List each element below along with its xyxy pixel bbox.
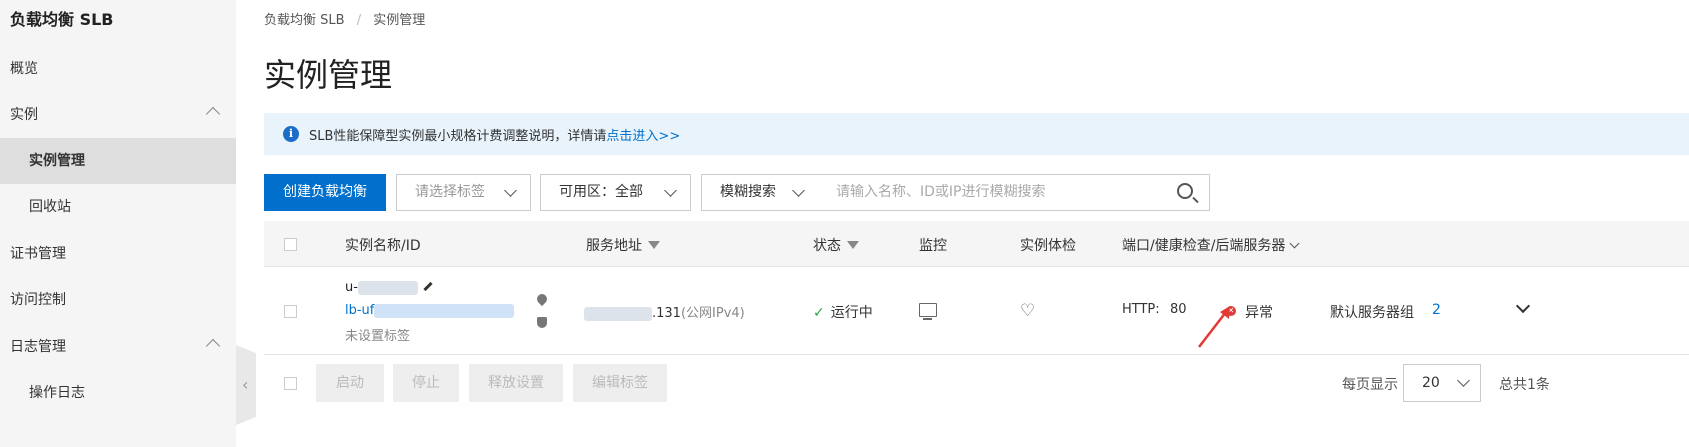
edit-tags-button[interactable]: 编辑标签 — [573, 364, 667, 402]
chevron-down-icon — [664, 184, 677, 197]
search-mode-select[interactable]: 模糊搜索 — [701, 174, 819, 211]
search-input-placeholder: 请输入名称、ID或IP进行模糊搜索 — [836, 184, 1046, 200]
instance-name: u- — [345, 280, 433, 295]
sidebar-item-label: 实例 — [10, 107, 38, 123]
column-header-monitor: 监控 — [919, 238, 947, 254]
location-pin-icon — [534, 291, 550, 307]
page-size-label: 每页显示 — [1342, 377, 1398, 393]
redacted-block — [584, 306, 652, 321]
chevron-up-icon — [205, 338, 221, 354]
edit-icon[interactable] — [423, 281, 433, 292]
chevron-down-icon[interactable] — [1515, 298, 1531, 314]
monitor-icon[interactable] — [919, 303, 937, 320]
table-row: u- lb-uf 未设置标签 .131(公网IPv4) ✓ 运行中 ♡ HTTP:… — [264, 267, 1689, 355]
filter-icon[interactable] — [648, 241, 660, 249]
footer-select-all-checkbox[interactable] — [284, 377, 297, 390]
listener-protocol: HTTP: — [1122, 302, 1160, 317]
column-header-check: 实例体检 — [1020, 238, 1076, 254]
notice-message: SLB性能保障型实例最小规格计费调整说明，详情请 — [309, 129, 607, 144]
notice-text: SLB性能保障型实例最小规格计费调整说明，详情请点击进入>> — [309, 125, 680, 144]
notice-banner: i SLB性能保障型实例最小规格计费调整说明，详情请点击进入>> — [264, 113, 1689, 155]
breadcrumb: 负载均衡 SLB / 实例管理 — [264, 9, 425, 28]
check-icon: ✓ — [813, 305, 825, 321]
notice-link[interactable]: 点击进入>> — [606, 129, 680, 144]
address-suffix: .131 — [652, 306, 681, 321]
info-icon: i — [283, 126, 299, 142]
column-header-ports-label: 端口/健康检查/后端服务器 — [1122, 238, 1286, 254]
instance-id-prefix: lb-uf — [345, 303, 375, 318]
address-type: (公网IPv4) — [680, 306, 745, 321]
column-header-status: 状态 — [813, 235, 859, 255]
chevron-down-icon — [1457, 374, 1470, 387]
sidebar-item-instance-management[interactable]: 实例管理 — [0, 138, 236, 184]
chevron-up-icon — [205, 106, 221, 122]
column-header-address: 服务地址 — [586, 235, 660, 255]
status-badge: ✓ 运行中 — [813, 302, 873, 322]
select-all-checkbox[interactable] — [284, 238, 297, 251]
zone-select[interactable]: 可用区：全部 — [540, 174, 691, 211]
sidebar: 负载均衡 SLB 概览 实例 实例管理 回收站 证书管理 访问控制 日志管理 操… — [0, 0, 236, 447]
instance-name-prefix: u- — [345, 280, 358, 295]
tag-select[interactable]: 请选择标签 — [396, 174, 531, 211]
row-checkbox[interactable] — [284, 305, 297, 318]
chevron-left-icon: ‹ — [242, 375, 249, 394]
sidebar-collapse-handle[interactable]: ‹ — [236, 345, 256, 425]
tag-select-placeholder: 请选择标签 — [415, 184, 485, 200]
sidebar-item-certificates[interactable]: 证书管理 — [0, 231, 236, 277]
create-load-balancer-button[interactable]: 创建负载均衡 — [264, 174, 386, 211]
heartbeat-icon[interactable]: ♡ — [1020, 301, 1035, 321]
sidebar-title: 负载均衡 SLB — [10, 10, 114, 29]
instance-tag: 未设置标签 — [345, 329, 411, 344]
sidebar-item-logs[interactable]: 日志管理 — [0, 324, 236, 370]
search-input[interactable]: 请输入名称、ID或IP进行模糊搜索 — [818, 174, 1210, 211]
server-group-label: 默认服务器组 — [1330, 305, 1414, 321]
page-title: 实例管理 — [264, 56, 393, 94]
sidebar-item-operation-logs[interactable]: 操作日志 — [0, 370, 236, 416]
column-header-address-label: 服务地址 — [586, 238, 642, 254]
annotation-arrow-icon — [1198, 306, 1230, 348]
breadcrumb-separator: / — [356, 13, 362, 28]
sidebar-item-instances[interactable]: 实例 — [0, 92, 236, 138]
sidebar-item-access-control[interactable]: 访问控制 — [0, 277, 236, 323]
total-count: 总共1条 — [1499, 377, 1550, 393]
filter-icon[interactable] — [847, 241, 859, 249]
release-settings-button[interactable]: 释放设置 — [469, 364, 563, 402]
chevron-down-icon — [792, 184, 805, 197]
sidebar-item-label: 日志管理 — [10, 339, 66, 355]
redacted-block — [357, 280, 418, 295]
start-button[interactable]: 启动 — [316, 364, 384, 402]
redacted-block — [374, 303, 515, 318]
zone-select-label: 可用区： — [559, 184, 615, 200]
server-count-link[interactable]: 2 — [1432, 302, 1441, 318]
status-text: 运行中 — [830, 305, 873, 321]
column-header-ports[interactable]: 端口/健康检查/后端服务器 — [1122, 235, 1300, 255]
shield-icon — [537, 317, 547, 328]
zone-select-value: 全部 — [615, 184, 643, 200]
table-header: 实例名称/ID 服务地址 状态 监控 实例体检 端口/健康检查/后端服务器 — [264, 221, 1689, 267]
health-check-status[interactable]: 异常 — [1245, 302, 1273, 322]
service-address: .131(公网IPv4) — [584, 302, 745, 321]
breadcrumb-root[interactable]: 负载均衡 SLB — [264, 13, 345, 28]
instance-id-link[interactable]: lb-uf — [345, 303, 515, 318]
sidebar-item-recycle-bin[interactable]: 回收站 — [0, 184, 236, 230]
page-size-select[interactable]: 20 — [1403, 364, 1481, 402]
chevron-down-icon — [1289, 238, 1300, 249]
search-mode-value: 模糊搜索 — [720, 184, 776, 200]
breadcrumb-current: 实例管理 — [373, 13, 426, 28]
column-header-status-label: 状态 — [813, 238, 841, 254]
sidebar-item-overview[interactable]: 概览 — [0, 46, 236, 92]
search-icon[interactable] — [1177, 183, 1193, 199]
page-size-value: 20 — [1422, 375, 1440, 391]
column-header-name: 实例名称/ID — [345, 238, 421, 254]
listener-port: 80 — [1170, 302, 1187, 317]
stop-button[interactable]: 停止 — [393, 364, 459, 402]
chevron-down-icon — [504, 184, 517, 197]
